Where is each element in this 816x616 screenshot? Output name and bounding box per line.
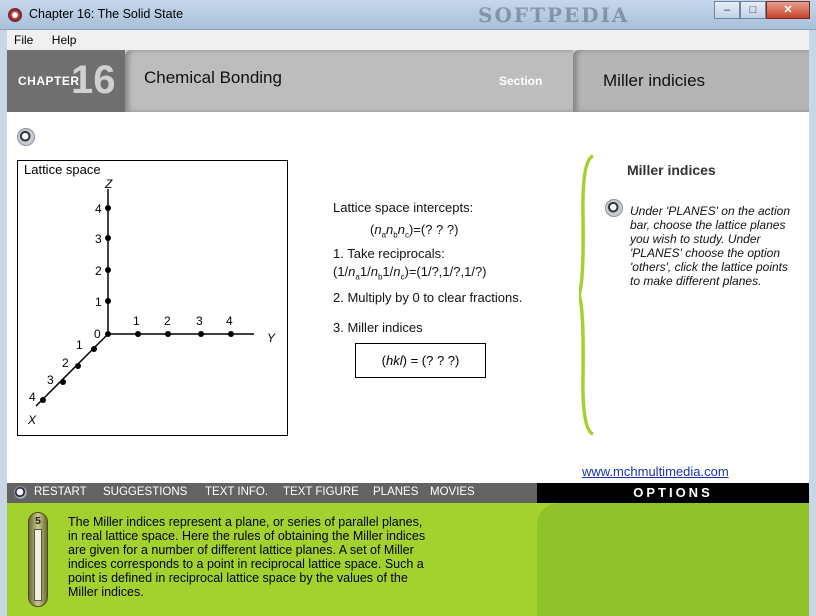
lattice-point[interactable] (228, 331, 234, 337)
miller-indices-box: (hkl) = (? ? ?) (355, 343, 486, 378)
step2-label: 2. Multiply by 0 to clear fractions. (333, 290, 523, 305)
intercepts-expression: (nanbnc)=(? ? ?) (370, 222, 459, 240)
speaker-icon[interactable] (17, 128, 35, 146)
lattice-point[interactable] (105, 298, 111, 304)
lattice-diagram: Lattice space Z Y X 0 4 3 2 1 1 2 3 4 1 … (17, 160, 288, 436)
lattice-point[interactable] (40, 397, 46, 403)
window-title: Chapter 16: The Solid State (29, 7, 184, 21)
brace-decoration (579, 154, 594, 436)
axis-x-label: X (27, 413, 37, 427)
scroll-track[interactable] (34, 529, 42, 601)
origin-label: 0 (94, 327, 101, 341)
topic-title: Chemical Bonding (144, 68, 282, 87)
section-label: Section (499, 74, 543, 88)
lattice-point[interactable] (135, 331, 141, 337)
chapter-badge: CHAPTER 16 (7, 50, 125, 112)
axis-y-label: Y (267, 331, 276, 345)
z-tick-3: 3 (95, 232, 102, 246)
chapter-number: 16 (71, 58, 116, 102)
description-text: The Miller indices represent a plane, or… (68, 515, 426, 599)
menu-bar: File Help (7, 30, 809, 50)
hkl-value: ) = (? ? ?) (402, 353, 460, 368)
lattice-point[interactable] (105, 235, 111, 241)
action-restart[interactable]: RESTART (34, 486, 87, 498)
page-number: 5 (35, 516, 41, 527)
section-panel: Miller indicies (573, 50, 809, 112)
app-icon (8, 8, 22, 22)
lattice-point[interactable] (165, 331, 171, 337)
lattice-point[interactable] (105, 205, 111, 211)
info-title: Miller indices (627, 162, 716, 178)
topic-panel: Chemical Bonding Section (125, 50, 573, 112)
section-title: Miller indicies (603, 71, 706, 90)
lattice-point[interactable] (75, 363, 81, 369)
x-tick-1: 1 (76, 338, 83, 352)
x-tick-2: 2 (62, 356, 69, 370)
action-text-figure[interactable]: TEXT FIGURE (283, 486, 359, 498)
y-tick-4: 4 (226, 314, 233, 328)
watermark: SOFTPEDIA (478, 3, 630, 27)
window-titlebar: Chapter 16: The Solid State SOFTPEDIA – … (0, 0, 816, 30)
step1-expression: (1/na1/nb1/nc)=(1/?,1/?,1/?) (333, 264, 487, 282)
actionbar-speaker-icon[interactable] (14, 486, 27, 499)
y-tick-3: 3 (196, 314, 203, 328)
info-speaker-icon[interactable] (605, 199, 623, 217)
menu-help[interactable]: Help (45, 30, 84, 47)
z-tick-4: 4 (95, 202, 102, 216)
intercepts-label: Lattice space intercepts: (333, 200, 474, 215)
action-movies[interactable]: MOVIES (430, 486, 475, 498)
app-content: CHAPTER 16 Chemical Bonding Section Mill… (7, 50, 809, 616)
maximize-button[interactable]: □ (740, 1, 766, 19)
lattice-point[interactable] (105, 267, 111, 273)
z-tick-2: 2 (95, 264, 102, 278)
step1-value: =(1/?,1/?,1/?) (408, 264, 487, 279)
step3-label: 3. Miller indices (333, 320, 423, 335)
header: CHAPTER 16 Chemical Bonding Section Mill… (7, 50, 809, 112)
lattice-point[interactable] (91, 346, 97, 352)
lattice-point[interactable] (60, 379, 66, 385)
action-planes[interactable]: PLANES (373, 486, 418, 498)
axis-z-label: Z (104, 177, 113, 191)
options-panel (537, 503, 809, 616)
lattice-point[interactable] (105, 331, 111, 337)
text-scroller[interactable]: 5 (28, 512, 48, 607)
lattice-point[interactable] (198, 331, 204, 337)
step1-label: 1. Take reciprocals: (333, 246, 445, 261)
menu-file[interactable]: File (7, 30, 40, 47)
close-button[interactable]: ✕ (766, 1, 810, 19)
info-text: Under 'PLANES' on the action bar, choose… (630, 204, 791, 288)
intercepts-value: =(? ? ?) (413, 222, 459, 237)
minimize-button[interactable]: – (714, 1, 740, 19)
action-text-info[interactable]: TEXT INFO. (205, 486, 268, 498)
website-link[interactable]: www.mchmultimedia.com (582, 464, 729, 479)
y-tick-1: 1 (133, 314, 140, 328)
lattice-axes: Z Y X 0 4 3 2 1 1 2 3 4 1 2 3 4 (27, 177, 276, 427)
text-panel: 5 The Miller indices represent a plane, … (7, 503, 809, 616)
action-suggestions[interactable]: SUGGESTIONS (103, 486, 187, 498)
x-tick-4: 4 (29, 390, 36, 404)
action-bar: RESTART SUGGESTIONS TEXT INFO. TEXT FIGU… (7, 483, 537, 503)
x-tick-3: 3 (47, 373, 54, 387)
z-tick-1: 1 (95, 295, 102, 309)
y-tick-2: 2 (164, 314, 171, 328)
options-button[interactable]: OPTIONS (537, 483, 809, 503)
